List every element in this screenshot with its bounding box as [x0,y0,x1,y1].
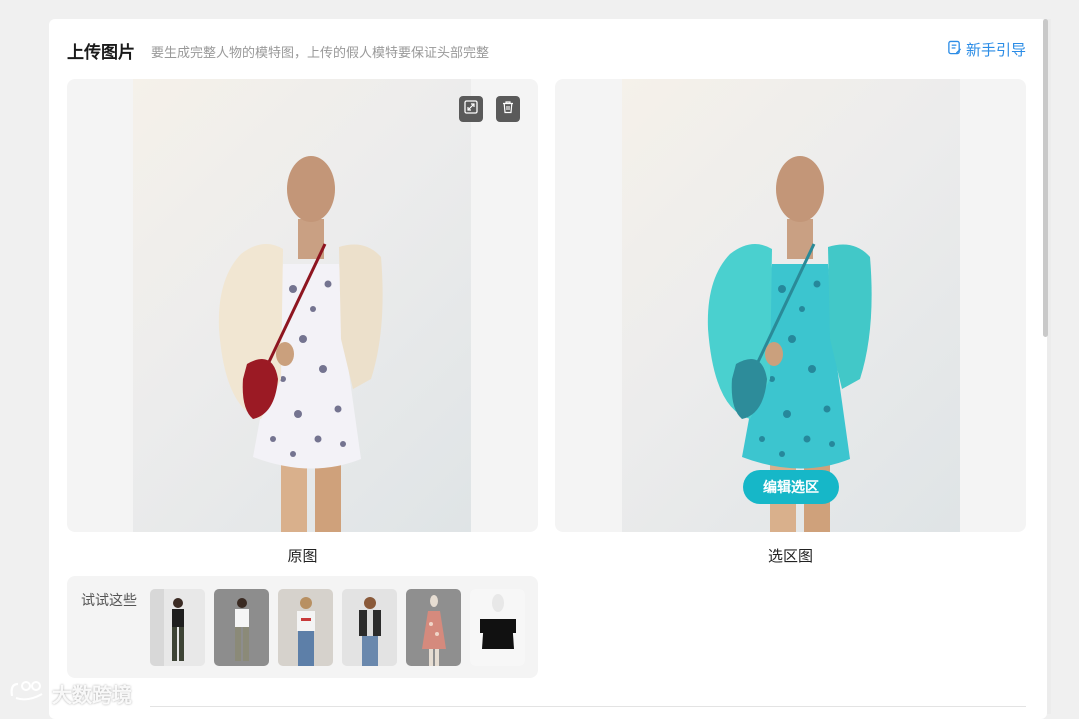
thumbnail-model-leather-jacket[interactable] [342,589,397,666]
watermark-icon [8,678,48,708]
page-title: 上传图片 [67,43,135,62]
selection-image-panel: 编辑选区 [555,79,1026,532]
watermark-text: 大数跨境 [52,684,132,707]
edit-selection-button[interactable]: 编辑选区 [743,470,839,504]
original-photo [133,79,471,532]
scrollbar-thumb[interactable] [1043,19,1048,337]
original-image-panel [67,79,538,532]
thumbnail-mannequin-black-tshirt[interactable] [470,589,525,666]
trash-icon [501,100,515,119]
original-caption: 原图 [287,548,318,565]
delete-button[interactable] [496,96,520,122]
thumbnail-model-printed-tshirt[interactable] [278,589,333,666]
thumbnail-model-white-tshirt[interactable] [214,589,269,666]
document-edit-icon [947,40,962,59]
guide-link[interactable]: 新手引导 [947,39,1026,60]
thumbnail-mannequin-floral-dress[interactable] [406,589,461,666]
try-these-section: 试试这些 [67,576,538,678]
page-subtitle: 要生成完整人物的模特图，上传的假人模特要保证头部完整 [151,45,490,60]
divider [150,706,1026,707]
selection-caption: 选区图 [767,548,813,565]
selection-photo [622,79,960,532]
expand-button[interactable] [459,96,483,122]
guide-label: 新手引导 [965,42,1026,59]
try-these-label: 试试这些 [81,592,137,608]
thumbnail-model-black-top[interactable] [150,589,205,666]
expand-icon [464,99,478,119]
thumbnail-list [150,589,525,666]
watermark-logo: 大数跨境 [8,678,132,708]
